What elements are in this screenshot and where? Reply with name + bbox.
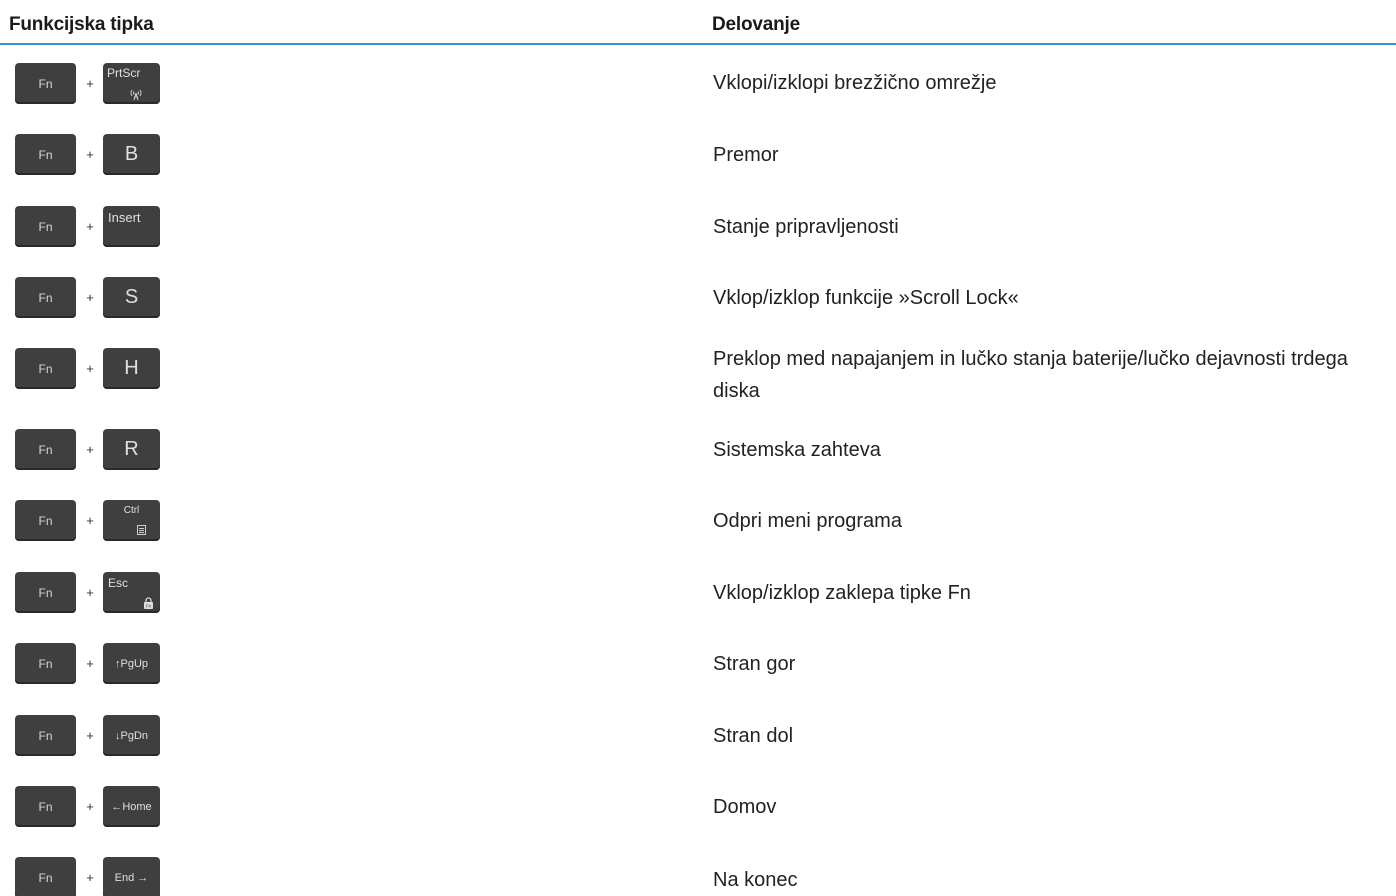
fn-lock-icon: Fn bbox=[144, 597, 153, 609]
fn-key: Fn bbox=[15, 572, 76, 613]
action-description: Stanje pripravljenosti bbox=[713, 216, 899, 238]
r-key: R bbox=[103, 429, 160, 470]
table-header: Funkcijska tipka Delovanje bbox=[0, 0, 1396, 45]
plus-sign: + bbox=[86, 361, 94, 376]
plus-sign: + bbox=[86, 585, 94, 600]
home-key: ←Home bbox=[103, 786, 160, 827]
plus-sign: + bbox=[86, 513, 94, 528]
fn-key: Fn bbox=[15, 348, 76, 389]
key-label: Ctrl bbox=[123, 505, 140, 516]
function-key-table: Funkcijska tipka Delovanje Fn + PrtScr V… bbox=[0, 0, 1396, 896]
action-description: Vklop/izklop funkcije »Scroll Lock« bbox=[713, 287, 1019, 309]
key-label: H bbox=[124, 357, 139, 379]
h-key: H bbox=[103, 348, 160, 389]
key-label: Esc bbox=[108, 576, 129, 590]
key-label: B bbox=[124, 143, 139, 165]
esc-key: Esc Fn bbox=[103, 572, 160, 613]
b-key: B bbox=[103, 134, 160, 175]
key-label: ↑PgUp bbox=[114, 657, 149, 670]
header-action: Delovanje bbox=[712, 14, 800, 35]
fn-key: Fn bbox=[15, 429, 76, 470]
plus-sign: + bbox=[86, 442, 94, 457]
fn-key: Fn bbox=[15, 643, 76, 684]
plus-sign: + bbox=[86, 147, 94, 162]
key-label: PrtScr bbox=[107, 66, 141, 80]
key-label: End → bbox=[114, 871, 149, 884]
fn-key: Fn bbox=[15, 786, 76, 827]
svg-text:Fn: Fn bbox=[146, 604, 152, 609]
fn-key: Fn bbox=[15, 134, 76, 175]
fn-key: Fn bbox=[15, 206, 76, 247]
prtscr-key: PrtScr bbox=[103, 63, 160, 104]
plus-sign: + bbox=[86, 799, 94, 814]
action-description: Na konec bbox=[713, 869, 798, 891]
fn-key: Fn bbox=[15, 63, 76, 104]
fn-key: Fn bbox=[15, 277, 76, 318]
plus-sign: + bbox=[86, 870, 94, 885]
action-description: Vklopi/izklopi brezžično omrežje bbox=[713, 72, 997, 94]
plus-sign: + bbox=[86, 219, 94, 234]
wireless-icon bbox=[130, 89, 142, 100]
end-key: End → bbox=[103, 857, 160, 896]
insert-key: Insert bbox=[103, 206, 160, 247]
plus-sign: + bbox=[86, 76, 94, 91]
action-description: Premor bbox=[713, 144, 779, 166]
plus-sign: + bbox=[86, 290, 94, 305]
plus-sign: + bbox=[86, 728, 94, 743]
action-description: Stran gor bbox=[713, 653, 796, 675]
ctrl-key: Ctrl bbox=[103, 500, 160, 541]
action-description: Vklop/izklop zaklepa tipke Fn bbox=[713, 582, 971, 604]
key-label: R bbox=[124, 438, 139, 460]
key-label: S bbox=[124, 286, 139, 308]
fn-key: Fn bbox=[15, 500, 76, 541]
key-label: ←Home bbox=[111, 800, 152, 813]
action-description: Preklop med napajanjem in lučko stanja b… bbox=[713, 348, 1348, 402]
fn-key: Fn bbox=[15, 715, 76, 756]
pgdn-key: ↓PgDn bbox=[103, 715, 160, 756]
pgup-key: ↑PgUp bbox=[103, 643, 160, 684]
action-description: Odpri meni programa bbox=[713, 510, 902, 532]
action-description: Stran dol bbox=[713, 725, 794, 747]
plus-sign: + bbox=[86, 656, 94, 671]
fn-key: Fn bbox=[15, 857, 76, 896]
header-function-key: Funkcijska tipka bbox=[9, 14, 154, 35]
menu-icon bbox=[137, 525, 146, 535]
key-label: ↓PgDn bbox=[114, 729, 149, 742]
action-description: Domov bbox=[713, 796, 777, 818]
key-label: Insert bbox=[108, 210, 141, 225]
action-description: Sistemska zahteva bbox=[713, 439, 881, 461]
s-key: S bbox=[103, 277, 160, 318]
